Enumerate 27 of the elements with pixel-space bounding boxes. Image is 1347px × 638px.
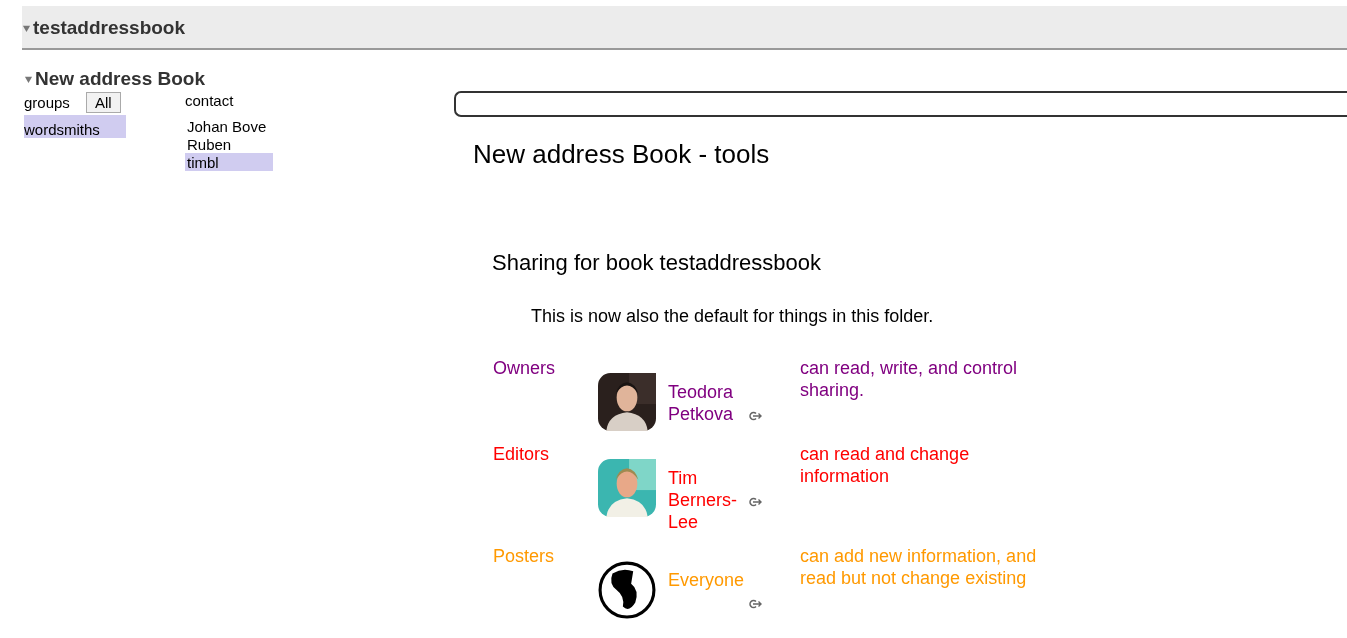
role-description: can read, write, and control sharing. (800, 357, 1019, 402)
role-description: can read and change information (800, 443, 971, 488)
tools-title: New address Book - tools (473, 139, 771, 170)
globe-icon (598, 561, 656, 619)
link-arrow-icon[interactable] (748, 411, 762, 421)
contact-item[interactable]: timbl (185, 153, 273, 171)
contact-label: contact (185, 92, 235, 109)
disclosure-icon[interactable] (24, 74, 33, 84)
group-item[interactable]: wordsmiths (24, 115, 126, 138)
disclosure-icon[interactable] (22, 23, 31, 33)
member-name[interactable]: Tim Berners-Lee (668, 459, 748, 533)
all-button[interactable]: All (85, 92, 121, 113)
sharing-title: Sharing for book testaddressbook (492, 250, 822, 276)
book-title: testaddressbook (33, 17, 186, 39)
role-label: Owners (493, 357, 556, 380)
link-arrow-icon[interactable] (748, 599, 762, 609)
input-field[interactable] (454, 91, 1347, 117)
member-name[interactable]: Teodora Petkova (668, 373, 748, 425)
role-description: can add new information, and read but not change existing (800, 545, 1038, 590)
role-label: Posters (493, 545, 556, 568)
link-arrow-icon[interactable] (748, 497, 762, 507)
role-label: Editors (493, 443, 551, 466)
address-book-title: New address Book (35, 68, 205, 90)
groups-label: groups (24, 94, 70, 111)
contact-item[interactable]: Johan Bove (185, 117, 273, 135)
sharing-note: This is now also the default for things in this folder. (531, 306, 935, 327)
contact-item[interactable]: Ruben (185, 135, 273, 153)
